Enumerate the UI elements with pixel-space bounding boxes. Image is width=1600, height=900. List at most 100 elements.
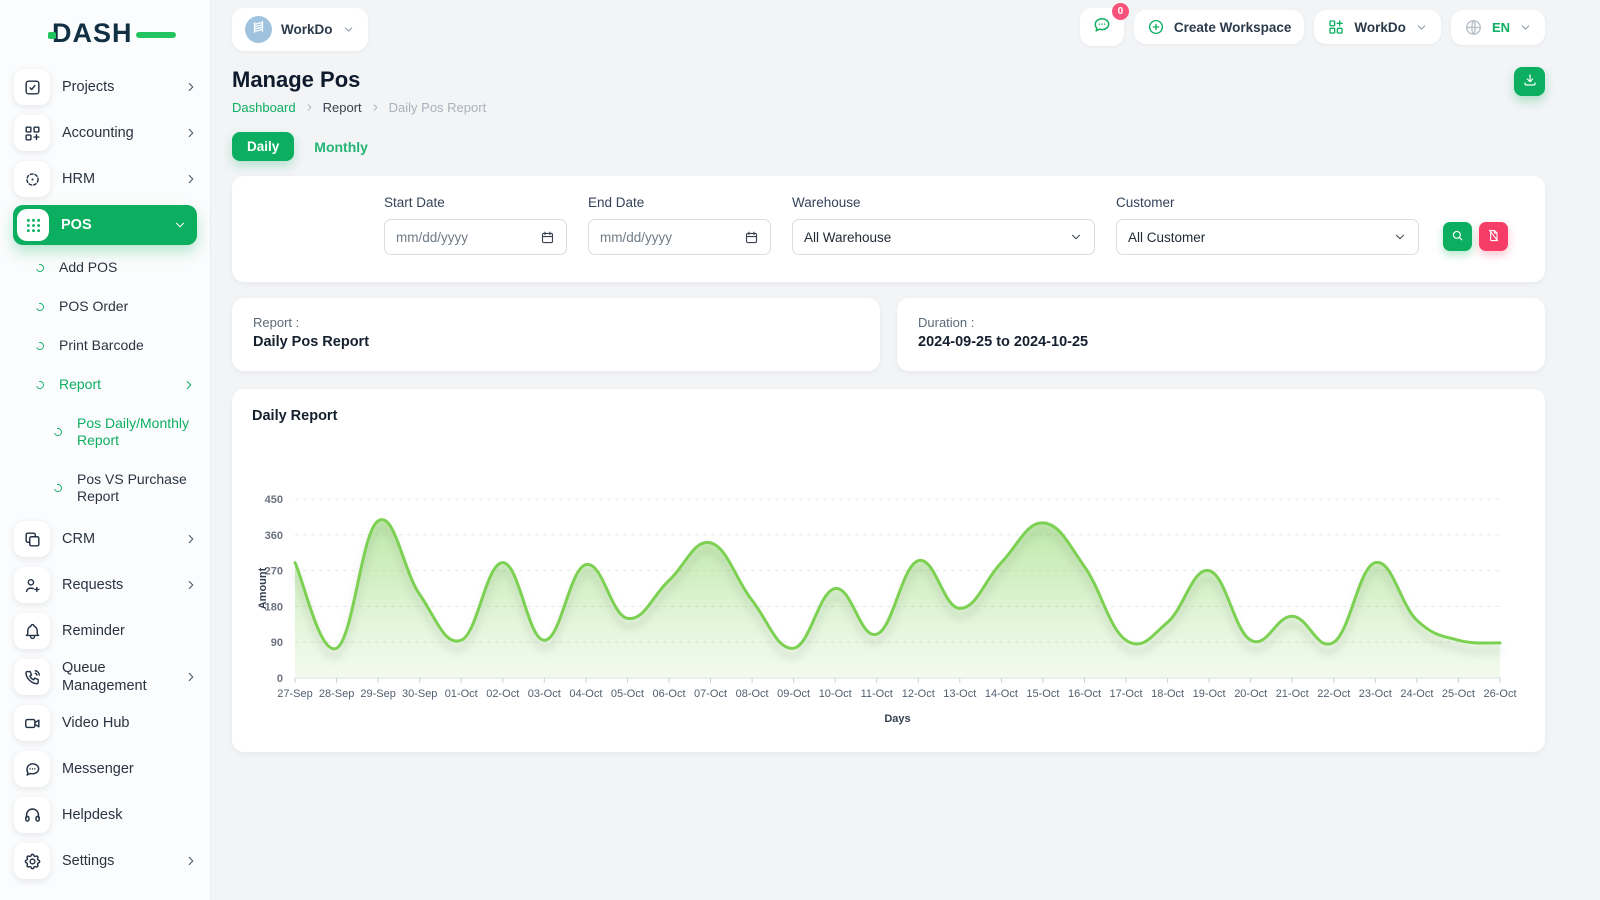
language-selector[interactable]: EN [1451,10,1545,45]
sidebar-item-settings[interactable]: Settings [0,838,210,884]
start-date-group: Start Date mm/dd/yyyy [384,195,567,282]
duration-label: Duration : [918,315,1524,330]
download-report-button[interactable] [1514,67,1545,96]
reminder-icon [14,613,50,649]
sidebar-item-pos-daily-monthly-report[interactable]: Pos Daily/Monthly Report [0,404,210,460]
filter-buttons [1443,222,1508,282]
pos-icon [17,209,49,241]
sidebar-item-label: Report [59,376,169,394]
filter-card: Start Date mm/dd/yyyy End Date mm/dd/yyy… [232,176,1545,282]
sidebar-item-pos[interactable]: POS [13,205,197,245]
chevron-right-icon [370,102,381,113]
calendar-icon[interactable] [540,230,555,245]
app-switcher-label: WorkDo [1354,20,1406,35]
x-tick-label: 23-Oct [1359,688,1392,700]
sidebar-item-requests[interactable]: Requests [0,562,210,608]
start-date-input[interactable]: mm/dd/yyyy [384,219,567,255]
sidebar-item-video-hub[interactable]: Video Hub [0,700,210,746]
sidebar-item-queue-management[interactable]: Queue Management [0,654,210,700]
sidebar-item-label: Print Barcode [59,337,196,355]
main-content: WorkDo 0 Create Workspace WorkDo EN [210,0,1600,900]
calendar-icon[interactable] [744,230,759,245]
bullet-icon [52,426,64,438]
app-logo[interactable]: DASH [52,18,164,52]
sidebar-item-pos-vs-purchase-report[interactable]: Pos VS Purchase Report [0,460,210,516]
x-tick-label: 04-Oct [569,688,602,700]
sidebar-item-add-pos[interactable]: Add POS [0,248,210,287]
grid-icon [1327,18,1345,36]
breadcrumb-report[interactable]: Report [323,100,362,115]
workspace-avatar [245,16,272,43]
y-tick-label: 450 [265,494,283,506]
page-header: Manage Pos Dashboard Report Daily Pos Re… [210,51,1600,115]
customer-group: Customer All Customer [1116,195,1419,282]
create-workspace-label: Create Workspace [1174,20,1292,35]
create-workspace-button[interactable]: Create Workspace [1134,10,1305,44]
customer-select[interactable]: All Customer [1116,219,1419,255]
sidebar-item-label: CRM [62,530,172,548]
sidebar-item-label: Add POS [59,259,196,277]
x-tick-label: 01-Oct [445,688,478,700]
reset-filter-button[interactable] [1479,222,1508,251]
sidebar-item-reminder[interactable]: Reminder [0,608,210,654]
x-tick-label: 22-Oct [1317,688,1350,700]
sidebar-item-accounting[interactable]: Accounting [0,110,210,156]
end-date-placeholder: mm/dd/yyyy [600,230,672,245]
sidebar-item-pos-order[interactable]: POS Order [0,287,210,326]
tab-daily[interactable]: Daily [232,132,294,161]
sidebar-item-label: Reminder [62,622,198,640]
chevron-right-icon [182,378,196,392]
logo-bar [136,32,176,38]
sidebar-item-helpdesk[interactable]: Helpdesk [0,792,210,838]
crm-icon [14,521,50,557]
x-tick-label: 09-Oct [777,688,810,700]
x-tick-label: 05-Oct [611,688,644,700]
warehouse-label: Warehouse [792,195,1095,210]
sidebar-item-projects[interactable]: Projects [0,64,210,110]
sidebar-item-print-barcode[interactable]: Print Barcode [0,326,210,365]
sidebar-item-label: Requests [62,576,172,594]
file-off-icon [1486,228,1501,246]
x-tick-label: 06-Oct [652,688,685,700]
sidebar-item-report[interactable]: Report [0,365,210,404]
projects-icon [14,69,50,105]
bullet-icon [52,482,64,494]
x-tick-label: 28-Sep [319,688,354,700]
workspace-selector[interactable]: WorkDo [232,8,368,51]
x-tick-label: 03-Oct [528,688,561,700]
sidebar-item-label: POS Order [59,298,196,316]
bullet-icon [34,379,46,391]
sidebar-item-crm[interactable]: CRM [0,516,210,562]
chevron-down-icon [173,218,187,232]
sidebar-item-messenger[interactable]: Messenger [0,746,210,792]
daily-report-card: Daily Report 09018027036045027-Sep28-Sep… [232,389,1545,752]
end-date-input[interactable]: mm/dd/yyyy [588,219,771,255]
messages-button[interactable]: 0 [1080,8,1124,46]
warehouse-select[interactable]: All Warehouse [792,219,1095,255]
x-tick-label: 19-Oct [1193,688,1226,700]
end-date-label: End Date [588,195,771,210]
logo-dot [48,32,56,39]
sidebar-item-label: Pos VS Purchase Report [77,471,195,506]
sidebar-item-label: Settings [62,852,172,870]
x-tick-label: 25-Oct [1442,688,1475,700]
helpdesk-icon [14,797,50,833]
sidebar-item-label: POS [61,216,161,234]
workspace-name: WorkDo [281,22,333,37]
sidebar-item-hrm[interactable]: HRM [0,156,210,202]
breadcrumb-dashboard[interactable]: Dashboard [232,100,296,115]
apply-filter-button[interactable] [1443,222,1472,251]
chevron-right-icon [184,172,198,186]
x-tick-label: 30-Sep [402,688,437,700]
tab-monthly[interactable]: Monthly [314,139,368,155]
chevron-right-icon [184,80,198,94]
x-tick-label: 11-Oct [861,688,893,700]
settings-icon [14,843,50,879]
warehouse-group: Warehouse All Warehouse [792,195,1095,282]
chevron-down-icon [1393,230,1407,244]
chart-title: Daily Report [252,408,1525,424]
topbar: WorkDo 0 Create Workspace WorkDo EN [210,0,1600,51]
app-switcher[interactable]: WorkDo [1314,10,1441,44]
area-chart-svg: 09018027036045027-Sep28-Sep29-Sep30-Sep0… [252,454,1525,736]
breadcrumb: Dashboard Report Daily Pos Report [232,100,486,115]
